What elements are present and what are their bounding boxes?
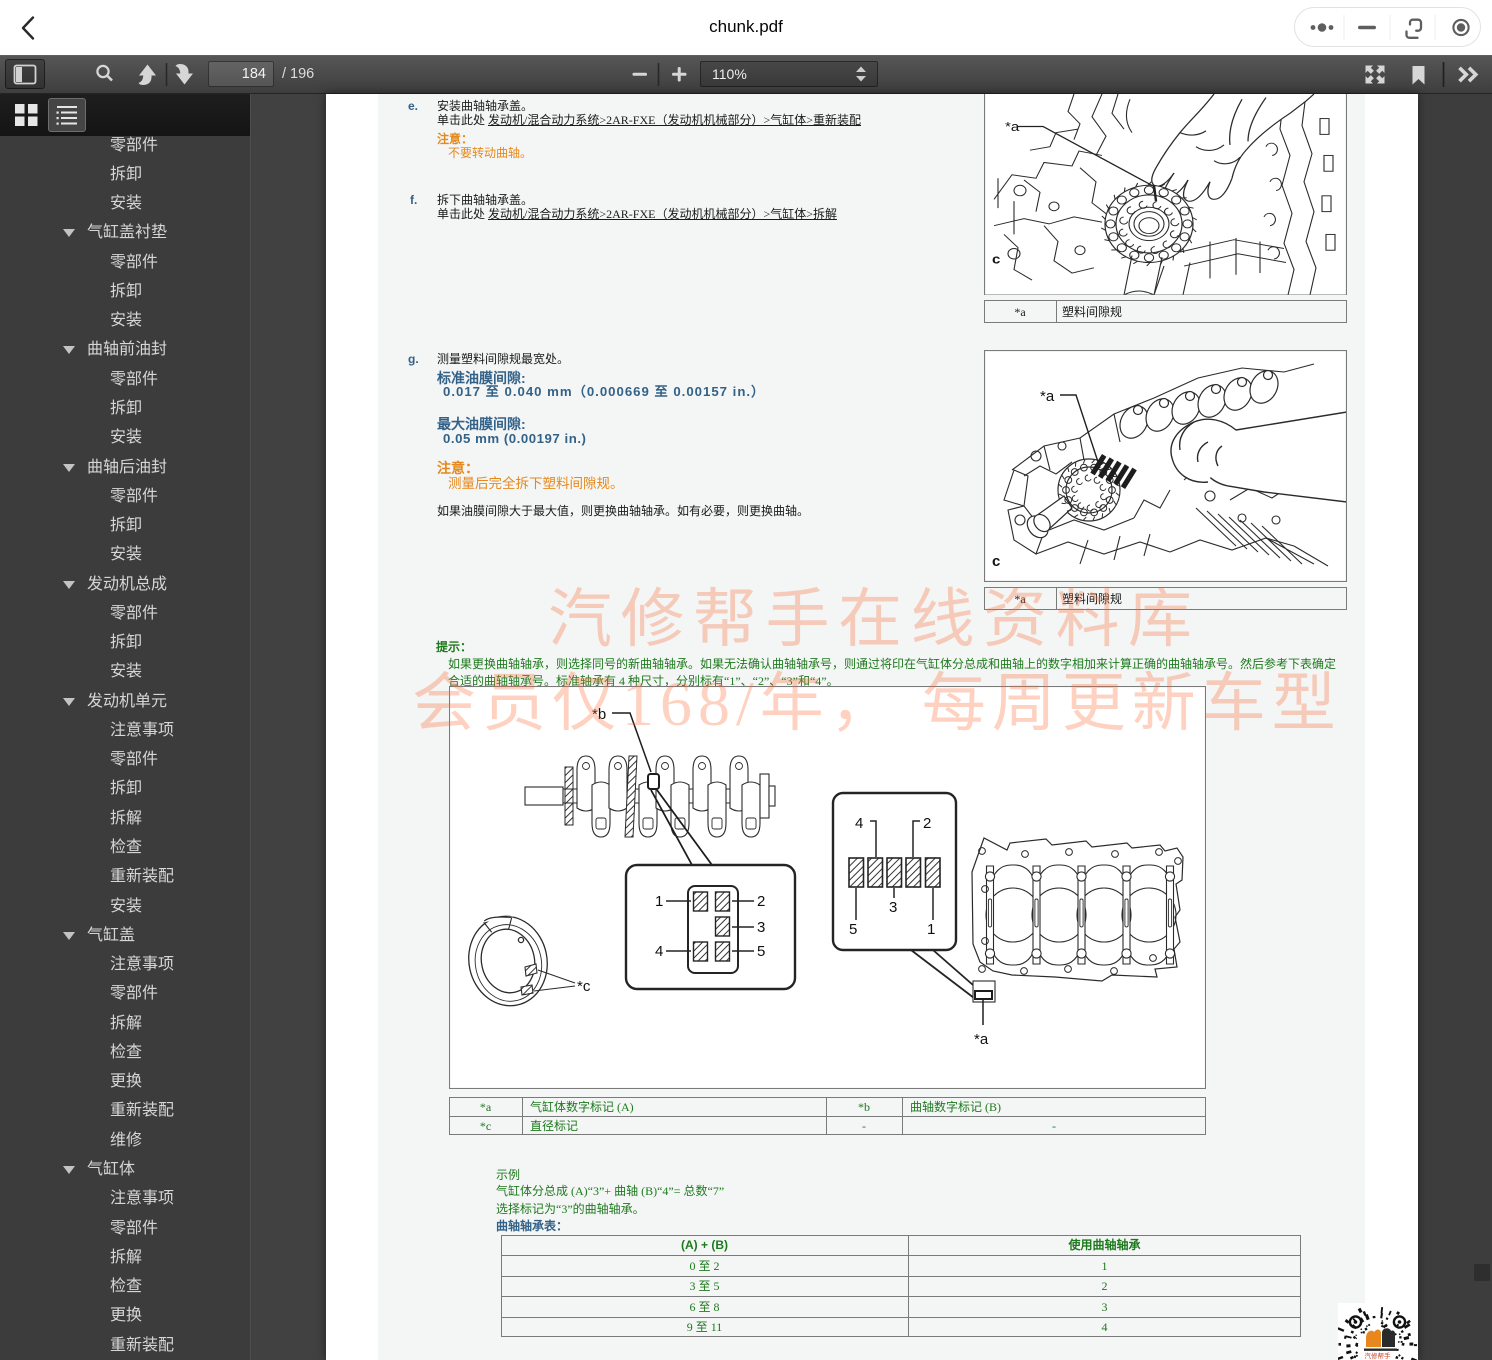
svg-text:2: 2 bbox=[923, 815, 931, 832]
svg-text:2: 2 bbox=[757, 893, 765, 910]
svg-text:*c: *c bbox=[577, 978, 591, 995]
svg-text:汽修帮手: 汽修帮手 bbox=[1365, 1351, 1392, 1360]
svg-text:5: 5 bbox=[757, 943, 765, 960]
svg-text:*a: *a bbox=[1005, 119, 1019, 134]
svg-text:c: c bbox=[992, 553, 1000, 570]
svg-text:4: 4 bbox=[655, 943, 663, 960]
svg-text:*a: *a bbox=[974, 1031, 989, 1048]
svg-text:1: 1 bbox=[655, 893, 663, 910]
svg-text:5: 5 bbox=[849, 921, 857, 938]
svg-text:4: 4 bbox=[855, 815, 863, 832]
svg-text:1: 1 bbox=[927, 921, 935, 938]
svg-text:*a: *a bbox=[1040, 388, 1055, 405]
svg-text:3: 3 bbox=[757, 919, 765, 936]
svg-text:3: 3 bbox=[889, 899, 897, 916]
svg-text:c: c bbox=[992, 251, 1001, 266]
